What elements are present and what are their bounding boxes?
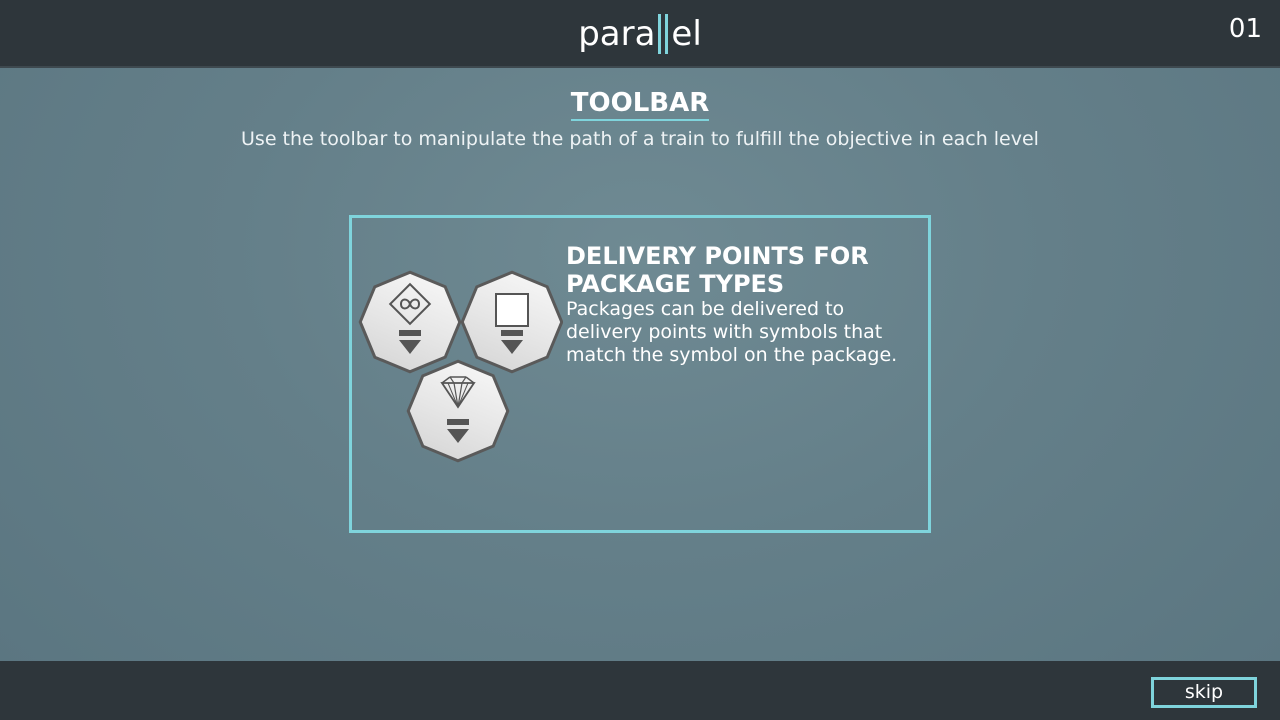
- level-number: 01: [1228, 14, 1262, 44]
- page-subtitle: Use the toolbar to manipulate the path o…: [241, 128, 1039, 150]
- page-title-text: TOOLBAR: [570, 88, 710, 121]
- bottom-bar: [0, 661, 1280, 720]
- panel-description: Packages can be delivered to delivery po…: [566, 298, 898, 366]
- panel-heading: DELIVERY POINTS FOR PACKAGE TYPES: [566, 242, 869, 298]
- logo-text-right: el: [671, 14, 702, 54]
- page-title: TOOLBAR: [0, 88, 1280, 121]
- logo-text-left: para: [578, 14, 656, 54]
- parallel-logo: para el: [0, 0, 1280, 68]
- delivery-point-icons: [358, 270, 563, 463]
- skip-button[interactable]: skip: [1151, 677, 1257, 708]
- logo-bars-icon: [658, 14, 669, 54]
